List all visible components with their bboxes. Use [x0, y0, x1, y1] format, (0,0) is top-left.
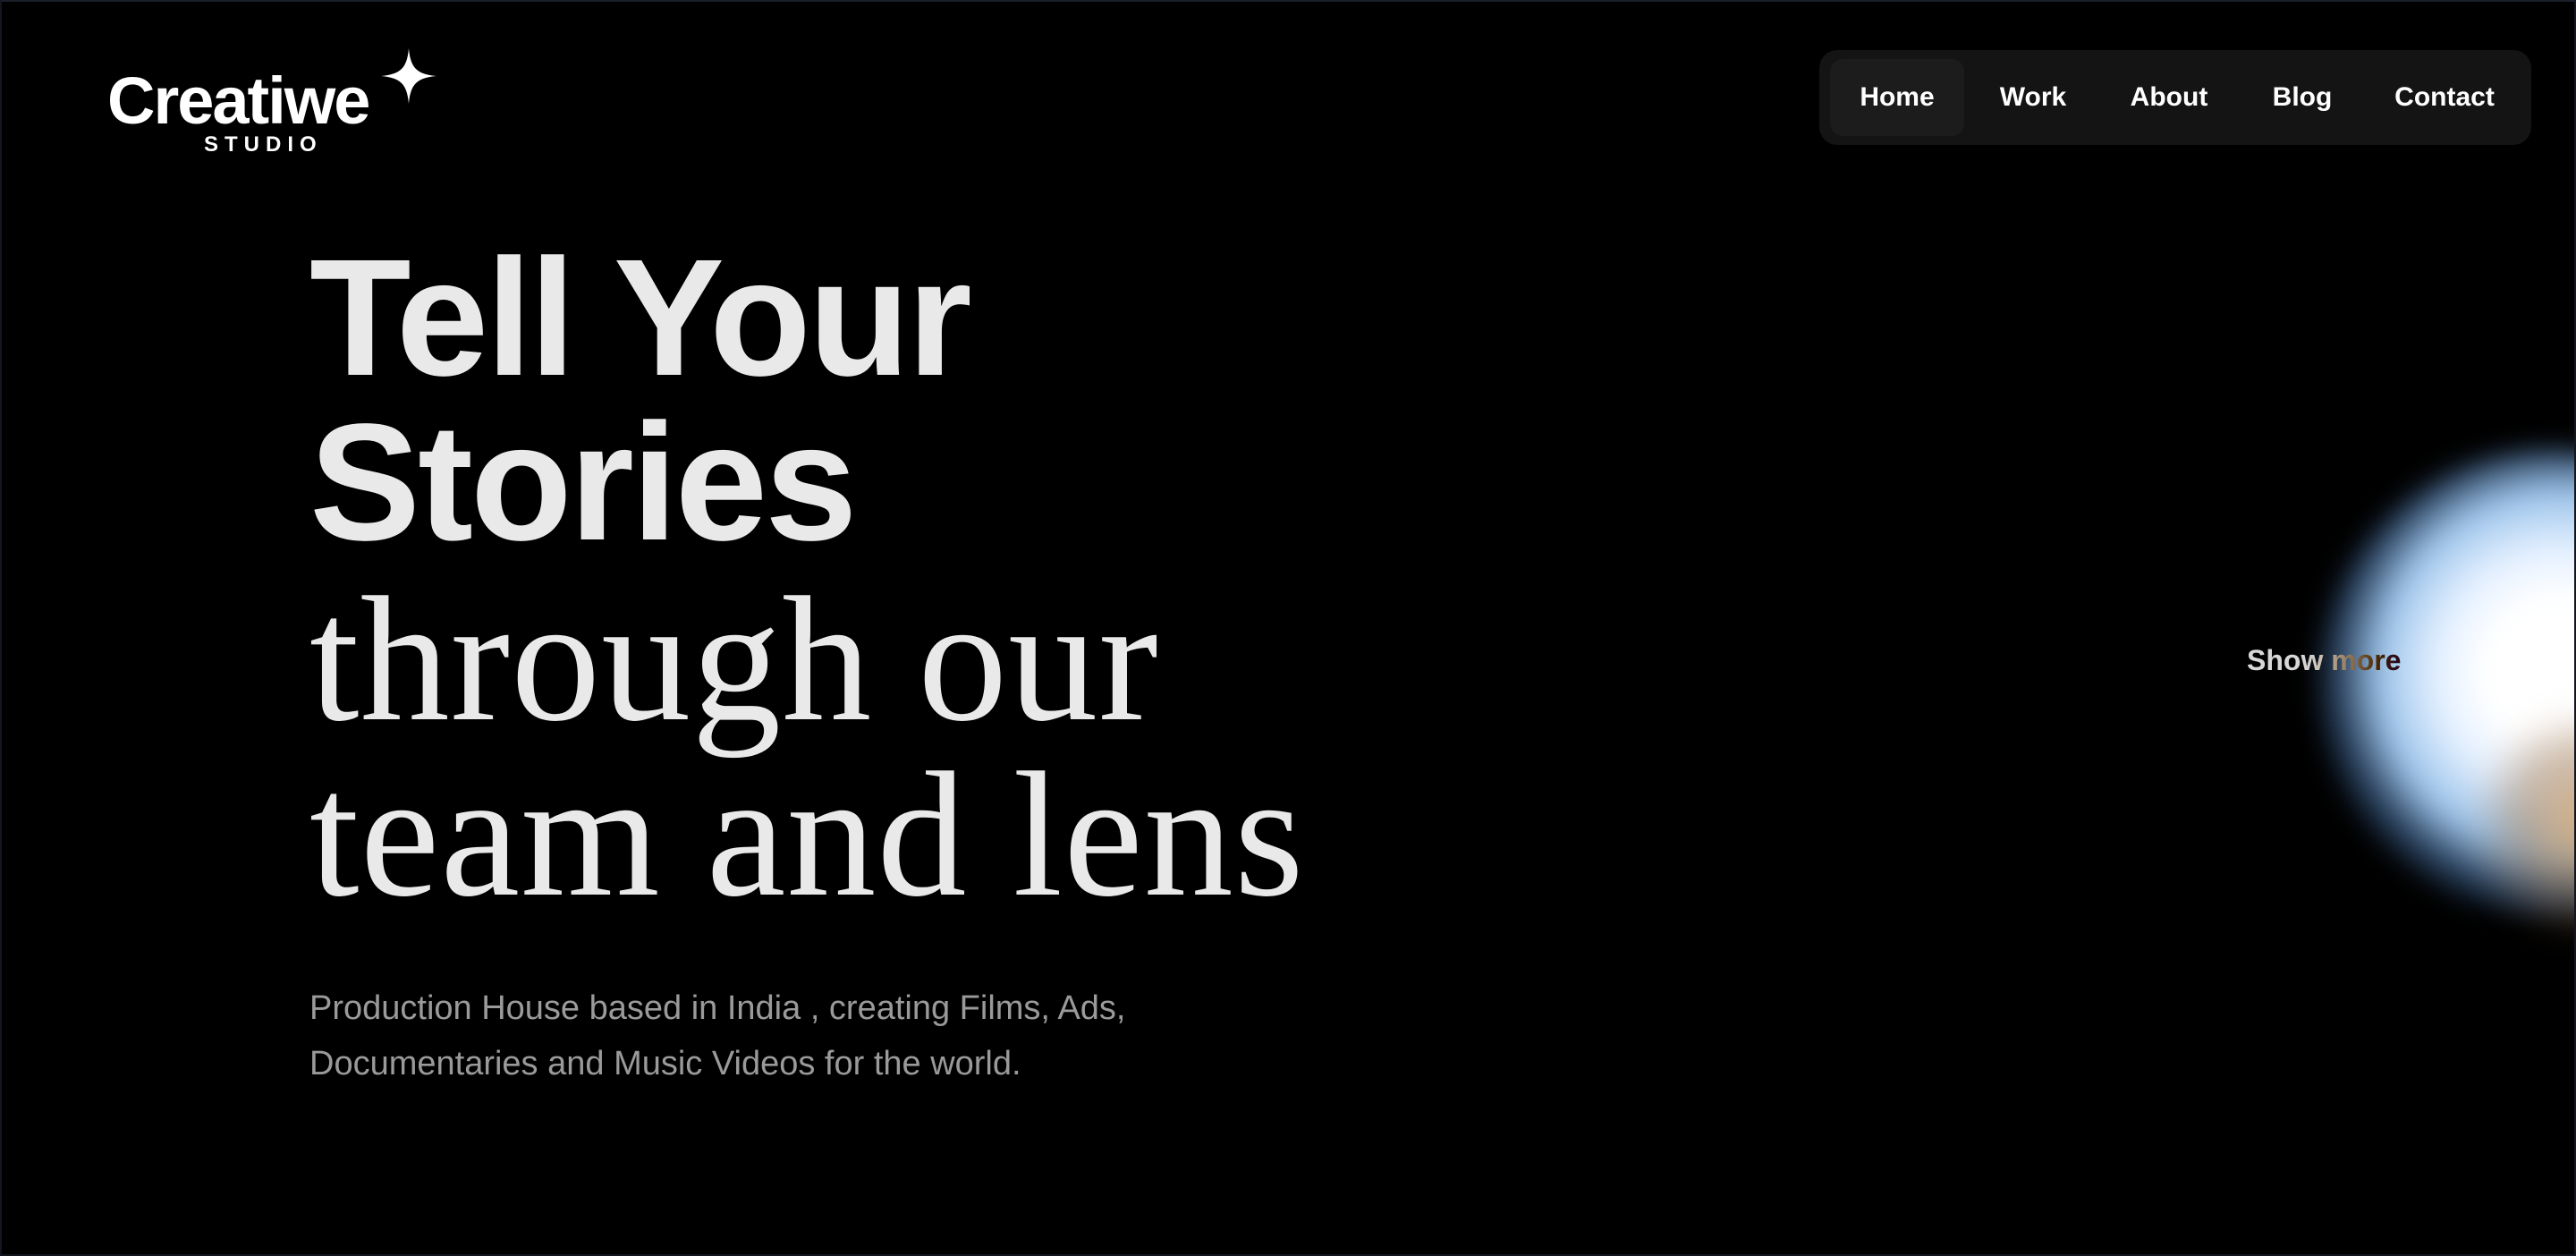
- nav-item-contact[interactable]: Contact: [2368, 59, 2521, 136]
- logo-subtitle: STUDIO: [204, 132, 323, 157]
- show-more-button[interactable]: Show more: [2247, 644, 2401, 677]
- nav-item-home[interactable]: Home: [1830, 59, 1964, 136]
- headline-line-3: through our: [309, 561, 1159, 759]
- hero-headline: Tell Your Stories through our team and l…: [309, 225, 1562, 934]
- headline-line-4: team and lens: [309, 736, 1305, 934]
- sparkle-star-icon: [381, 48, 436, 104]
- hero-description: Production House based in India , creati…: [309, 980, 1204, 1091]
- headline-line-1: Tell Your: [309, 225, 972, 411]
- description-line-2: Documentaries and Music Videos for the w…: [309, 1045, 1021, 1082]
- headline-line-2: Stories: [309, 390, 858, 575]
- page: Creatiwe STUDIO Home Work About Blog Con…: [0, 0, 2576, 1256]
- logo-wordmark: Creatiwe: [107, 64, 370, 138]
- main-nav: Home Work About Blog Contact: [1819, 50, 2531, 145]
- nav-item-work[interactable]: Work: [1968, 59, 2098, 136]
- description-line-1: Production House based in India , creati…: [309, 989, 1126, 1027]
- nav-item-about[interactable]: About: [2102, 59, 2236, 136]
- logo[interactable]: Creatiwe STUDIO: [107, 48, 447, 165]
- nav-item-blog[interactable]: Blog: [2240, 59, 2365, 136]
